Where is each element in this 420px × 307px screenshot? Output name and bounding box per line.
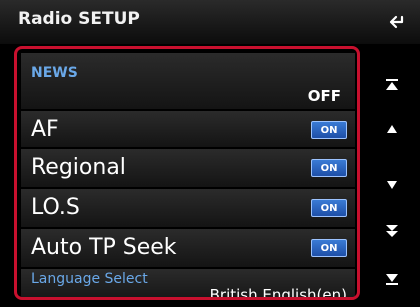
news-value: OFF [307,87,341,105]
scroll-top-button[interactable] [382,74,402,96]
regional-label: Regional [31,155,126,180]
los-label: LO.S [31,195,80,220]
scroll-top-icon [386,79,398,90]
scroll-controls [364,46,420,300]
back-arrow-icon [389,15,404,29]
back-button[interactable] [380,6,414,38]
scroll-down-icon [387,181,397,189]
news-label: NEWS [31,65,78,81]
scroll-bottom-icon [386,274,398,285]
auto-tp-label: Auto TP Seek [31,235,177,260]
setting-los[interactable]: LO.S ON [21,189,355,228]
language-value: British English(en) [209,286,347,300]
page-down-button[interactable] [382,220,402,242]
los-toggle[interactable]: ON [311,199,347,217]
settings-list: NEWS OFF AF ON Regional ON LO.S ON Auto … [14,46,360,300]
page-down-icon [386,225,398,237]
auto-tp-toggle[interactable]: ON [311,239,347,257]
af-label: AF [31,117,59,142]
scroll-up-icon [387,125,397,133]
scroll-bottom-button[interactable] [382,268,402,290]
scroll-down-button[interactable] [382,174,402,196]
language-label: Language Select [31,271,148,287]
setting-language-select[interactable]: Language Select British English(en) [21,269,355,300]
page-title: Radio SETUP [18,9,140,29]
setting-auto-tp-seek[interactable]: Auto TP Seek ON [21,229,355,268]
header-bar: Radio SETUP [0,0,420,44]
regional-toggle[interactable]: ON [311,159,347,177]
scroll-up-button[interactable] [382,118,402,140]
setting-regional[interactable]: Regional ON [21,149,355,188]
setting-af[interactable]: AF ON [21,111,355,148]
af-toggle[interactable]: ON [311,121,347,139]
setting-news[interactable]: NEWS OFF [21,53,355,110]
